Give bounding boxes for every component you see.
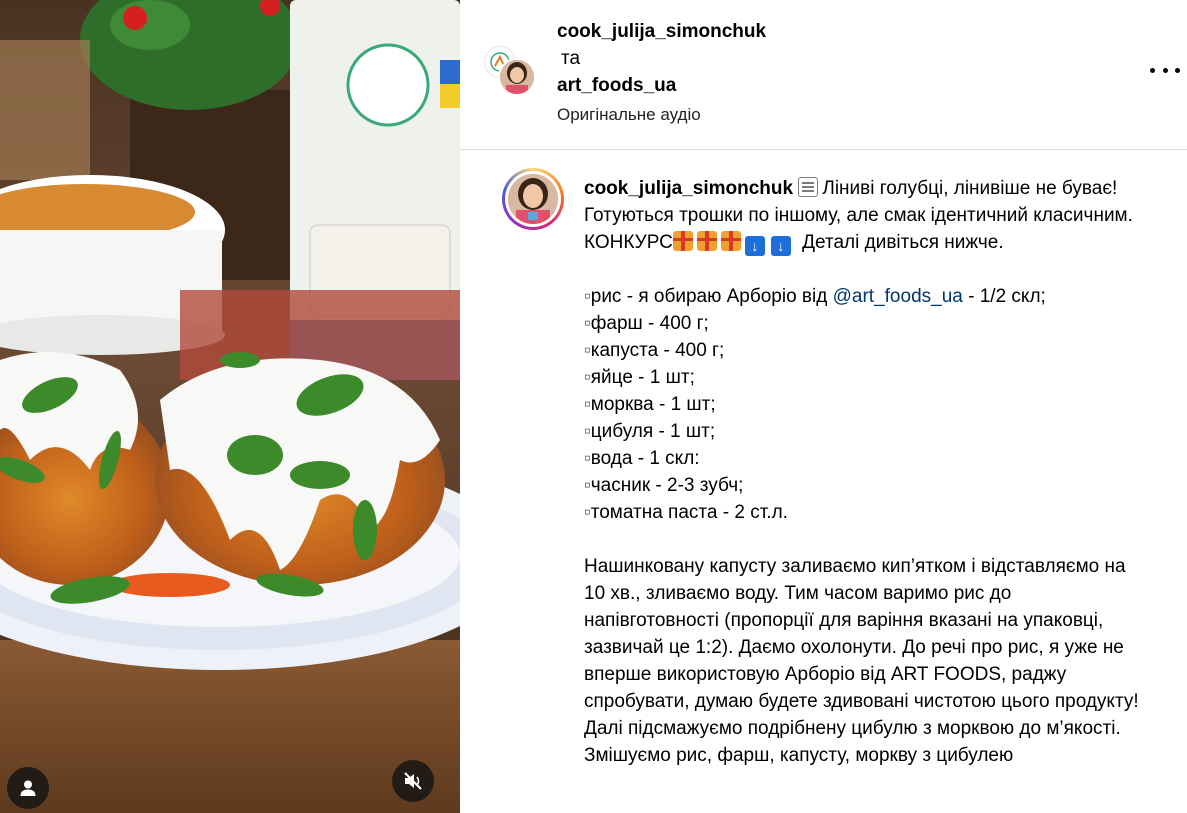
- caption-username[interactable]: cook_julija_simonchuk: [584, 178, 793, 199]
- cook-avatar[interactable]: [498, 58, 536, 96]
- header-username-secondary[interactable]: art_foods_ua: [557, 72, 766, 99]
- caption-avatar[interactable]: [502, 168, 564, 230]
- post-media[interactable]: [0, 0, 460, 813]
- down-arrow-emoji: ↓: [770, 236, 791, 256]
- original-audio-link[interactable]: Оригінальне аудіо: [557, 101, 766, 128]
- ingredient-line: морква - 1 шт;: [584, 391, 1144, 418]
- caption-avatar-image: [508, 174, 558, 224]
- ingredient-line: капуста - 400 г;: [584, 337, 1144, 364]
- method-text: Нашинковану капусту заливаємо кип’ятком …: [584, 556, 1144, 766]
- ingredient-line: томатна паста - 2 ст.л.: [584, 499, 1144, 526]
- more-options-button[interactable]: [1150, 58, 1180, 82]
- header-connector: та: [561, 48, 581, 69]
- post-header: cook_julija_simonchuk та art_foods_ua Ор…: [460, 0, 1187, 150]
- ingredient-line: часник - 2-3 зубч;: [584, 472, 1144, 499]
- contest-label: КОНКУРС: [584, 232, 673, 253]
- food-photo: [0, 0, 460, 813]
- down-arrow-emoji: ↓: [744, 236, 765, 256]
- mute-button[interactable]: [392, 760, 434, 802]
- contest-rest: Деталі дивіться нижче.: [796, 232, 1004, 253]
- gift-emoji: [696, 231, 717, 251]
- ingredient-line: рис - я обираю Арборіо від @art_foods_ua…: [584, 283, 1144, 310]
- gift-emoji: [720, 231, 741, 251]
- ingredient-line: вода - 1 скл:: [584, 445, 1144, 472]
- cook-avatar-image: [500, 60, 534, 94]
- memo-emoji: [798, 177, 819, 197]
- ingredient-line: яйце - 1 шт;: [584, 364, 1144, 391]
- post-caption: cook_julija_simonchuk Ліниві голубці, лі…: [584, 175, 1144, 769]
- ingredient-line: цибуля - 1 шт;: [584, 418, 1144, 445]
- post-header-text: cook_julija_simonchuk та art_foods_ua Ор…: [557, 18, 766, 128]
- ingredient-line: фарш - 400 г;: [584, 310, 1144, 337]
- post-details-panel: cook_julija_simonchuk та art_foods_ua Ор…: [460, 0, 1187, 813]
- speaker-muted-icon: [404, 772, 422, 790]
- header-username-primary[interactable]: cook_julija_simonchuk: [557, 18, 766, 45]
- gift-emoji: [672, 231, 693, 251]
- more-horizontal-icon: [1150, 67, 1155, 73]
- mention-link[interactable]: @art_foods_ua: [833, 286, 963, 307]
- person-icon: [20, 780, 36, 796]
- collab-avatars[interactable]: [484, 46, 536, 98]
- tagged-people-button[interactable]: [7, 767, 49, 809]
